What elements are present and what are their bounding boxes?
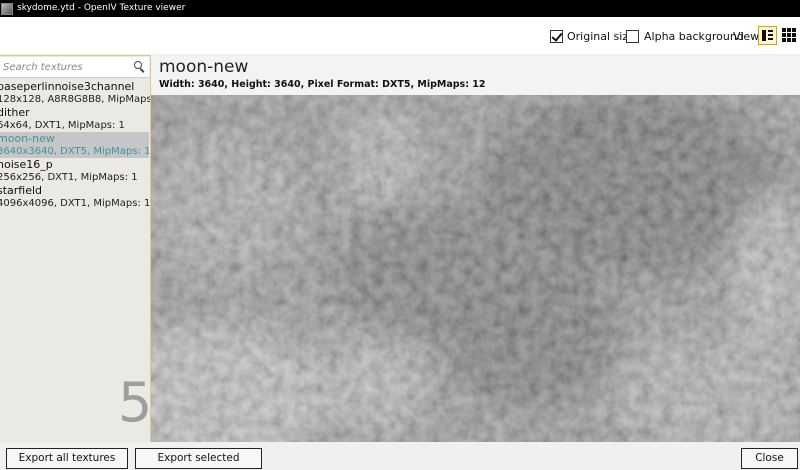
texture-preview-image [151, 95, 800, 442]
search-icon[interactable] [134, 61, 145, 73]
original-size-checkbox[interactable] [550, 30, 563, 43]
texture-name: starfield [0, 184, 43, 197]
texture-list-panel: baseperlinnoise3channel 128x128, A8R8G8B… [0, 55, 151, 443]
texture-preview-panel: moon-new Width: 3640, Height: 3640, Pixe… [151, 55, 800, 442]
alpha-background-checkbox[interactable] [626, 30, 639, 43]
texture-count: 5 [118, 371, 151, 434]
texture-list-item[interactable]: noise16_p 256x256, DXT1, MipMaps: 1 [0, 158, 149, 184]
toolbar: Original size Alpha background View: [0, 17, 800, 54]
texture-list-item[interactable]: baseperlinnoise3channel 128x128, A8R8G8B… [0, 80, 151, 106]
search-input[interactable] [3, 59, 128, 75]
texture-list-item[interactable]: starfield 4096x4096, DXT1, MipMaps: 11 [0, 184, 151, 210]
texture-name: moon-new [0, 132, 55, 145]
texture-title: moon-new [159, 57, 249, 77]
search-box [0, 57, 149, 78]
grid-view-button[interactable] [780, 26, 799, 45]
list-view-button[interactable] [758, 26, 777, 45]
texture-info: 4096x4096, DXT1, MipMaps: 11 [0, 198, 151, 209]
window-title: skydome.ytd - OpenIV Texture viewer [17, 3, 186, 13]
texture-name: noise16_p [0, 158, 53, 171]
app-icon [1, 2, 13, 15]
title-bar: skydome.ytd - OpenIV Texture viewer [0, 0, 800, 17]
export-all-button[interactable]: Export all textures [6, 448, 128, 469]
original-size-label[interactable]: Original size [567, 30, 635, 43]
texture-info: 256x256, DXT1, MipMaps: 1 [0, 172, 138, 183]
grid-view-icon [782, 28, 796, 42]
list-view-icon [762, 30, 773, 41]
export-selected-button[interactable]: Export selected [135, 448, 262, 469]
texture-details: Width: 3640, Height: 3640, Pixel Format:… [159, 79, 486, 90]
close-button[interactable]: Close [741, 448, 798, 469]
texture-info: 128x128, A8R8G8B8, MipMaps: 1 [0, 94, 151, 105]
texture-list-item-selected[interactable]: moon-new 3640x3640, DXT5, MipMaps: 12 [0, 132, 151, 158]
alpha-background-label[interactable]: Alpha background [644, 30, 744, 43]
texture-list-item[interactable]: dither 64x64, DXT1, MipMaps: 1 [0, 106, 149, 132]
bottom-bar: Export all textures Export selected Clos… [0, 442, 800, 470]
texture-name: baseperlinnoise3channel [0, 80, 135, 93]
texture-name: dither [0, 106, 30, 119]
texture-info: 3640x3640, DXT5, MipMaps: 12 [0, 146, 151, 157]
texture-info: 64x64, DXT1, MipMaps: 1 [0, 120, 125, 131]
